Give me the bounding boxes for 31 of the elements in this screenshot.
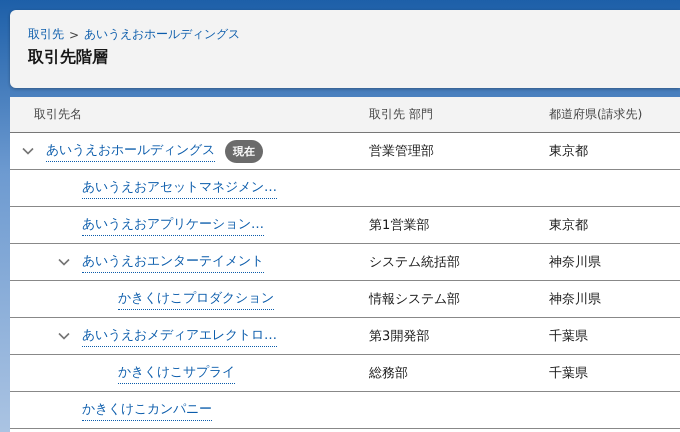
current-badge: 現在 bbox=[225, 140, 263, 162]
chevron-icon[interactable] bbox=[22, 147, 34, 155]
page-title: 取引先階層 bbox=[28, 47, 109, 68]
department-text: システム統括部 bbox=[369, 254, 460, 271]
account-link[interactable]: あいうえおメディアエレクトロ… bbox=[82, 326, 277, 346]
account-link[interactable]: かきくけこカンパニー bbox=[82, 400, 212, 420]
department-text: 営業管理部 bbox=[369, 143, 434, 160]
account-link[interactable]: あいうえおアセットマネジメン… bbox=[82, 178, 277, 198]
prefecture-text: 東京都 bbox=[549, 217, 588, 234]
account-link[interactable]: あいうえおエンターテイメント bbox=[82, 252, 264, 272]
breadcrumb-separator: > bbox=[69, 28, 80, 42]
chevron-icon[interactable] bbox=[58, 258, 70, 266]
prefecture-text: 東京都 bbox=[549, 143, 588, 160]
account-link[interactable]: かきくけこプロダクション bbox=[118, 288, 274, 310]
prefecture-text: 神奈川県 bbox=[549, 254, 601, 271]
chevron-icon[interactable] bbox=[58, 332, 70, 340]
breadcrumb-link[interactable]: 取引先 bbox=[28, 26, 64, 43]
department-text: 第3開発部 bbox=[369, 328, 430, 345]
department-text: 総務部 bbox=[369, 365, 408, 382]
prefecture-text: 千葉県 bbox=[549, 365, 588, 382]
column-header: 取引先名 bbox=[33, 106, 83, 123]
prefecture-text: 千葉県 bbox=[549, 328, 588, 345]
column-header: 都道府県(請求先) bbox=[548, 106, 644, 123]
account-link[interactable]: あいうえおホールディングス bbox=[46, 140, 215, 162]
department-text: 第1営業部 bbox=[369, 217, 430, 234]
account-link[interactable]: あいうえおアプリケーション… bbox=[82, 214, 264, 236]
breadcrumb-link[interactable]: あいうえおホールディングス bbox=[84, 26, 240, 43]
column-header: 取引先 部門 bbox=[368, 106, 434, 123]
department-text: 情報システム部 bbox=[369, 291, 460, 308]
prefecture-text: 神奈川県 bbox=[549, 291, 601, 308]
account-link[interactable]: かきくけこサプライ bbox=[118, 362, 235, 384]
